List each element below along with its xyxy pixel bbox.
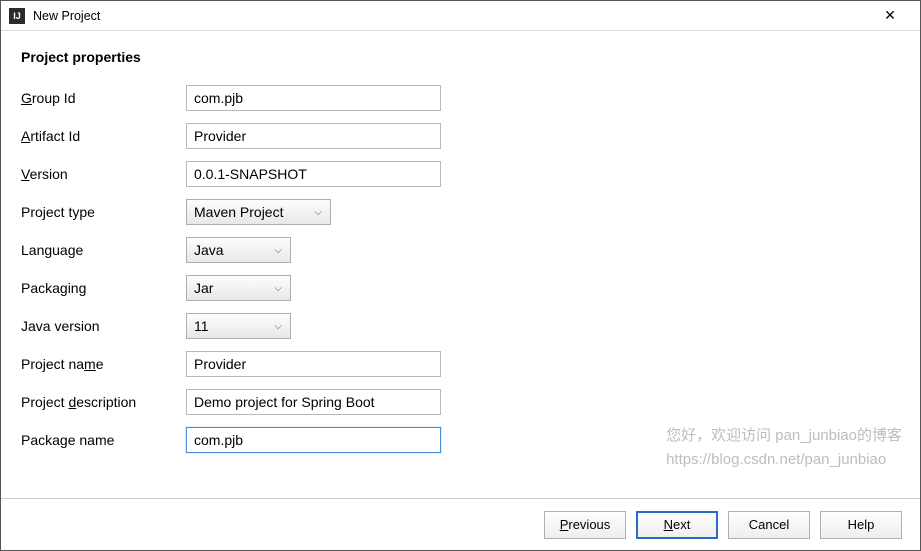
select-java-version[interactable]: 11 ⌵ — [186, 313, 291, 339]
chevron-down-icon: ⌵ — [274, 245, 282, 256]
previous-button[interactable]: Previous — [544, 511, 626, 539]
input-package-name[interactable] — [186, 427, 441, 453]
page-title: Project properties — [21, 49, 900, 65]
input-artifact-id[interactable] — [186, 123, 441, 149]
select-language[interactable]: Java ⌵ — [186, 237, 291, 263]
label-java-version: Java version — [21, 318, 186, 334]
next-button[interactable]: Next — [636, 511, 718, 539]
form: Group Id Artifact Id Version Project typ… — [21, 85, 900, 453]
label-project-type: Project type — [21, 204, 186, 220]
label-language: Language — [21, 242, 186, 258]
row-package-name: Package name — [21, 427, 900, 453]
titlebar: IJ New Project ✕ — [1, 1, 920, 31]
select-packaging[interactable]: Jar ⌵ — [186, 275, 291, 301]
label-package-name: Package name — [21, 432, 186, 448]
label-artifact-id: Artifact Id — [21, 128, 186, 144]
chevron-down-icon: ⌵ — [274, 283, 282, 294]
content-area: Project properties Group Id Artifact Id … — [1, 31, 920, 498]
row-project-name: Project name — [21, 351, 900, 377]
label-group-id: Group Id — [21, 90, 186, 106]
close-icon[interactable]: ✕ — [868, 2, 912, 30]
input-project-description[interactable] — [186, 389, 441, 415]
window-title: New Project — [33, 9, 868, 23]
help-button[interactable]: Help — [820, 511, 902, 539]
row-project-description: Project description — [21, 389, 900, 415]
select-project-type-value: Maven Project — [194, 204, 283, 220]
label-version: Version — [21, 166, 186, 182]
select-language-value: Java — [194, 242, 224, 258]
label-project-name: Project name — [21, 356, 186, 372]
input-project-name[interactable] — [186, 351, 441, 377]
row-language: Language Java ⌵ — [21, 237, 900, 263]
chevron-down-icon: ⌵ — [314, 207, 322, 218]
input-group-id[interactable] — [186, 85, 441, 111]
cancel-button[interactable]: Cancel — [728, 511, 810, 539]
row-artifact-id: Artifact Id — [21, 123, 900, 149]
input-version[interactable] — [186, 161, 441, 187]
select-packaging-value: Jar — [194, 280, 213, 296]
footer: Previous Next Cancel Help — [1, 498, 920, 550]
row-group-id: Group Id — [21, 85, 900, 111]
row-packaging: Packaging Jar ⌵ — [21, 275, 900, 301]
label-packaging: Packaging — [21, 280, 186, 296]
chevron-down-icon: ⌵ — [274, 321, 282, 332]
select-java-version-value: 11 — [194, 318, 209, 334]
app-icon: IJ — [9, 8, 25, 24]
row-java-version: Java version 11 ⌵ — [21, 313, 900, 339]
row-version: Version — [21, 161, 900, 187]
label-project-description: Project description — [21, 394, 186, 410]
select-project-type[interactable]: Maven Project ⌵ — [186, 199, 331, 225]
row-project-type: Project type Maven Project ⌵ — [21, 199, 900, 225]
